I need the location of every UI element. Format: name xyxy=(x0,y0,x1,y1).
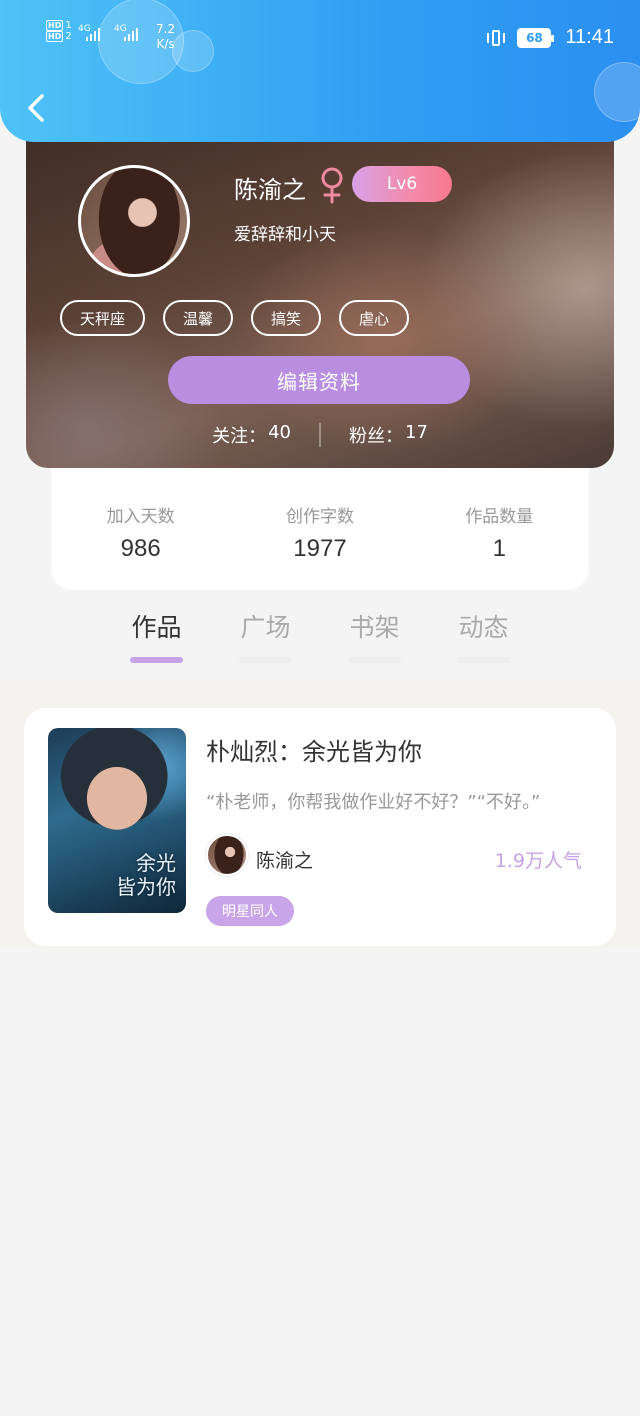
genre-tag: 明星同人 xyxy=(206,896,294,926)
status-bar-left: HD 1 HD 2 4G 4G xyxy=(46,20,138,42)
profile-tag: 虐心 xyxy=(339,300,410,336)
status-bar-right: 68 11:41 xyxy=(485,26,614,49)
tab-indicator xyxy=(348,657,401,663)
chevron-left-icon xyxy=(28,94,44,122)
tab-indicator xyxy=(457,657,510,663)
book-excerpt: “朴老师，你帮我做作业好不好？”“不好。” xyxy=(206,792,541,813)
avatar[interactable] xyxy=(78,165,190,277)
author-avatar xyxy=(206,834,248,876)
popularity-count: 1.9万人气 xyxy=(494,850,582,872)
profile-card: 陈渝之 Lv6 爱辞辞和小天 天秤座 温馨 搞笑 虐心 编辑资料 关注： 40 … xyxy=(26,100,614,468)
edit-profile-button[interactable]: 编辑资料 xyxy=(168,356,470,404)
hd-indicator: HD xyxy=(46,31,64,42)
cover-title: 余光 皆为你 xyxy=(116,851,176,899)
tab-bar: 作品 广场 书架 动态 xyxy=(102,608,538,664)
fans-count[interactable]: 粉丝： 17 xyxy=(349,422,428,448)
tab-bookshelf[interactable]: 书架 xyxy=(320,608,429,664)
hd-indicator: HD xyxy=(46,20,64,31)
stats-card: 加入天数 986 创作字数 1977 作品数量 1 xyxy=(51,460,589,590)
follow-stats: 关注： 40 粉丝： 17 xyxy=(26,422,614,448)
network-speed: 7.2 K/s xyxy=(156,22,176,51)
level-badge: Lv6 xyxy=(352,166,452,202)
book-cover: 余光 皆为你 xyxy=(48,728,186,913)
clock: 11:41 xyxy=(565,26,614,48)
vibrate-icon xyxy=(485,28,507,48)
tab-indicator xyxy=(130,657,183,663)
signal-icon xyxy=(124,28,138,41)
following-count[interactable]: 关注： 40 xyxy=(212,422,291,448)
tab-indicator xyxy=(239,657,292,663)
profile-tag: 天秤座 xyxy=(60,300,146,336)
stat-join-days: 加入天数 986 xyxy=(106,507,175,562)
divider xyxy=(319,423,321,447)
book-title: 朴灿烈：余光皆为你 xyxy=(206,738,422,766)
profile-tags: 天秤座 温馨 搞笑 虐心 xyxy=(60,300,410,336)
profile-tag: 搞笑 xyxy=(251,300,322,336)
back-button[interactable] xyxy=(20,88,56,128)
stat-word-count: 创作字数 1977 xyxy=(285,507,354,562)
author-name: 陈渝之 xyxy=(256,850,314,872)
tab-activity[interactable]: 动态 xyxy=(429,608,538,664)
decor-bubble xyxy=(594,62,640,122)
decor-bubble xyxy=(172,30,214,72)
top-header: HD 1 HD 2 4G 4G 7.2 K/s 68 11:41 xyxy=(0,0,640,142)
female-icon xyxy=(321,167,343,204)
tab-works[interactable]: 作品 xyxy=(102,608,211,664)
profile-tag: 温馨 xyxy=(163,300,234,336)
username: 陈渝之 xyxy=(234,177,306,204)
battery-icon: 68 xyxy=(517,27,555,48)
tab-square[interactable]: 广场 xyxy=(211,608,320,664)
work-card[interactable]: 余光 皆为你 朴灿烈：余光皆为你 “朴老师，你帮我做作业好不好？”“不好。” 陈… xyxy=(24,708,616,946)
signal-icon xyxy=(86,28,100,41)
stat-works-count: 作品数量 1 xyxy=(465,507,534,562)
profile-signature: 爱辞辞和小天 xyxy=(234,225,336,245)
